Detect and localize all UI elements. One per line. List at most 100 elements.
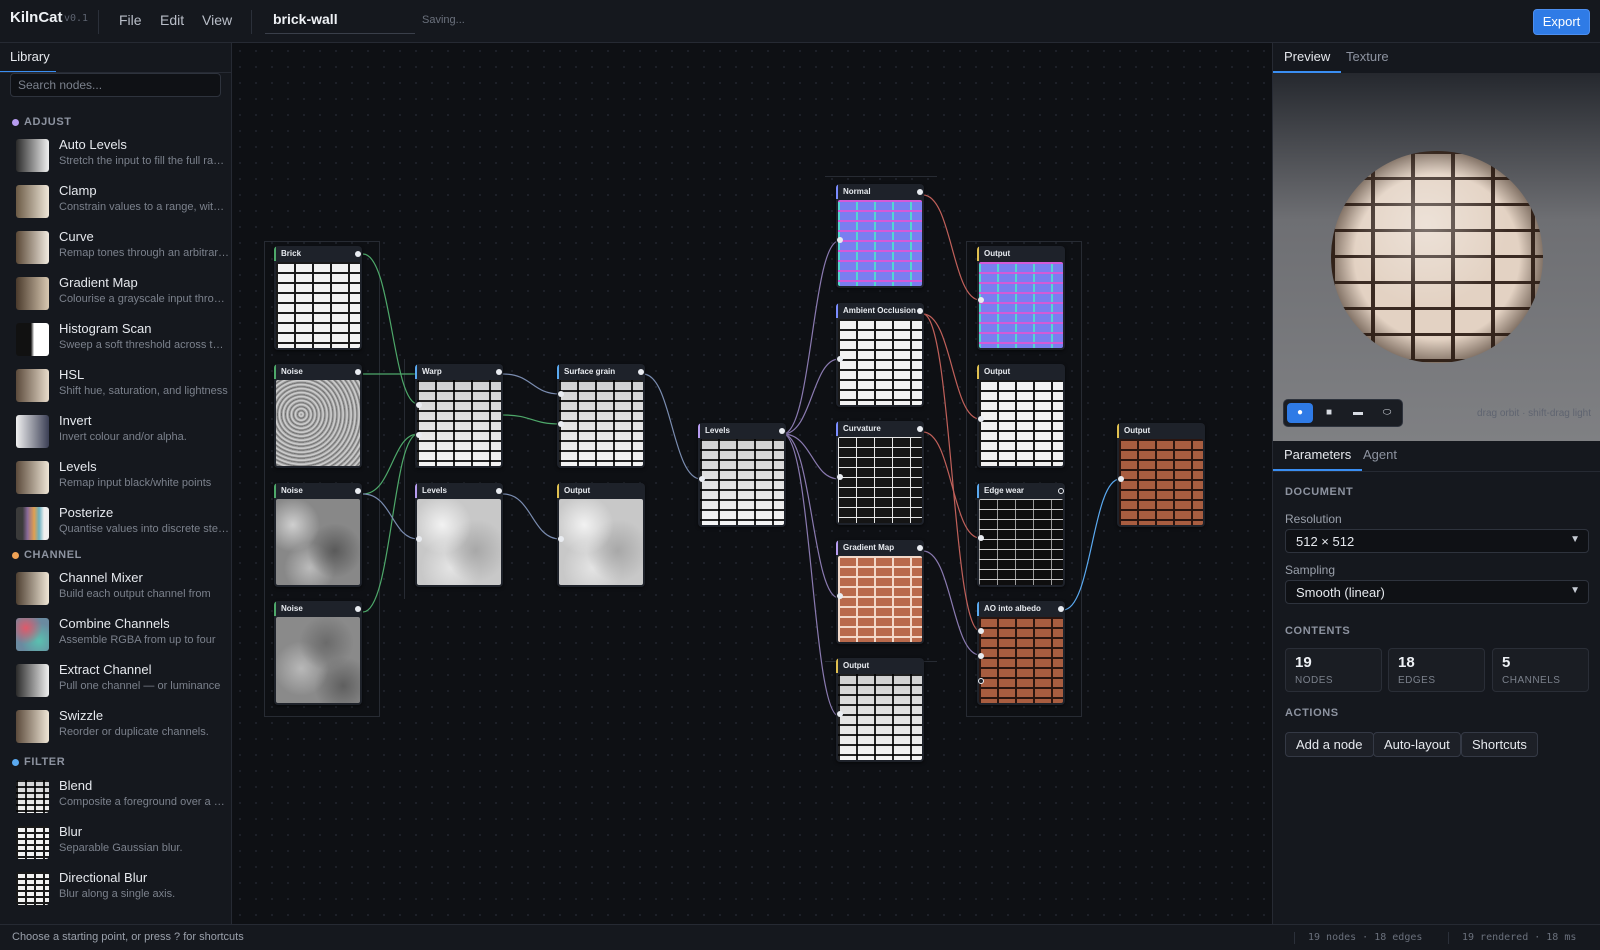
node-noise[interactable]: Noise	[274, 601, 362, 705]
node-ao-into-albedo[interactable]: AO into albedo	[977, 601, 1065, 705]
input-port[interactable]	[416, 536, 422, 542]
document-name-input[interactable]: brick-wall	[265, 6, 415, 34]
library-item-extract-channel[interactable]: Extract Channel Pull one channel — or lum…	[16, 660, 226, 700]
edge	[922, 550, 981, 656]
input-port[interactable]	[558, 421, 564, 427]
resolution-select[interactable]: 512 × 512 ▼	[1285, 529, 1589, 553]
node-output[interactable]: Output	[557, 483, 645, 587]
plane-icon[interactable]: ▬	[1345, 403, 1371, 423]
tab-parameters[interactable]: Parameters	[1273, 441, 1363, 471]
output-port[interactable]	[917, 426, 923, 432]
menu-view[interactable]: View	[202, 12, 232, 28]
node-output[interactable]: Output	[1117, 423, 1205, 527]
input-port[interactable]	[416, 402, 422, 408]
node-ambient-occlusion[interactable]: Ambient Occlusion	[836, 303, 924, 407]
input-port[interactable]	[978, 653, 984, 659]
input-port[interactable]	[558, 536, 564, 542]
output-port[interactable]	[779, 428, 785, 434]
3d-preview-viewport[interactable]: ● ■ ▬ ⬭ drag orbit · shift-drag light	[1273, 73, 1600, 441]
node-gradient-map[interactable]: Gradient Map	[836, 540, 924, 644]
sampling-select[interactable]: Smooth (linear) ▼	[1285, 580, 1589, 604]
input-port[interactable]	[699, 476, 705, 482]
input-port[interactable]	[558, 391, 564, 397]
tab-library[interactable]: Library	[0, 43, 56, 73]
input-port[interactable]	[837, 356, 843, 362]
dot-icon	[12, 118, 19, 126]
input-port[interactable]	[978, 678, 984, 684]
cylinder-icon[interactable]: ⬭	[1374, 403, 1400, 423]
library-item-directional-blur[interactable]: Directional Blur Blur along a single axis…	[16, 868, 226, 908]
output-port[interactable]	[355, 369, 361, 375]
library-item-histogram-scan[interactable]: Histogram Scan Sweep a soft threshold acr…	[16, 319, 229, 359]
stat-channels: 5 CHANNELS	[1492, 648, 1589, 692]
tab-agent[interactable]: Agent	[1352, 441, 1408, 471]
auto-layout-button[interactable]: Auto-layout	[1373, 732, 1461, 757]
library-item-channel-mixer[interactable]: Channel Mixer Build each output channel f…	[16, 568, 226, 608]
node-edge-wear[interactable]: Edge wear	[977, 483, 1065, 587]
node-preview	[979, 262, 1063, 348]
library-item-blur[interactable]: Blur Separable Gaussian blur.	[16, 822, 226, 862]
node-surface-grain[interactable]: Surface grain	[557, 364, 645, 468]
node-normal[interactable]: Normal	[836, 184, 924, 288]
node-output[interactable]: Output	[977, 364, 1065, 468]
tab-preview[interactable]: Preview	[1273, 43, 1342, 73]
output-port[interactable]	[1058, 488, 1064, 494]
node-output[interactable]: Output	[836, 658, 924, 762]
node-noise[interactable]: Noise	[274, 483, 362, 587]
output-port[interactable]	[917, 189, 923, 195]
library-item-posterize[interactable]: Posterize Quantise values into discrete s…	[16, 503, 229, 543]
add-node-button[interactable]: Add a node	[1285, 732, 1374, 757]
cube-icon[interactable]: ■	[1316, 403, 1342, 423]
divider	[1448, 932, 1449, 944]
input-port[interactable]	[837, 711, 843, 717]
menu-edit[interactable]: Edit	[160, 12, 184, 28]
node-brick[interactable]: Brick	[274, 246, 362, 350]
library-item-gradient-map[interactable]: Gradient Map Colourise a grayscale input …	[16, 273, 229, 313]
output-port[interactable]	[1058, 606, 1064, 612]
output-port[interactable]	[496, 488, 502, 494]
node-curvature[interactable]: Curvature	[836, 421, 924, 525]
status-hint: Choose a starting point, or press ? for …	[12, 931, 244, 943]
library-item-invert[interactable]: Invert Invert colour and/or alpha.	[16, 411, 226, 451]
input-port[interactable]	[978, 535, 984, 541]
node-output[interactable]: Output	[977, 246, 1065, 350]
input-port[interactable]	[978, 628, 984, 634]
output-port[interactable]	[917, 308, 923, 314]
shortcuts-button[interactable]: Shortcuts	[1461, 732, 1538, 757]
input-port[interactable]	[837, 237, 843, 243]
edge	[782, 433, 840, 480]
node-graph-canvas[interactable]: Brick Noise Noise Noise Warp Levels Surf…	[232, 43, 1272, 924]
library-item-combine-channels[interactable]: Combine Channels Assemble RGBA from up to…	[16, 614, 226, 654]
input-port[interactable]	[978, 297, 984, 303]
search-input[interactable]: Search nodes...	[10, 73, 221, 97]
node-levels[interactable]: Levels	[698, 423, 786, 527]
node-noise[interactable]: Noise	[274, 364, 362, 468]
input-port[interactable]	[978, 416, 984, 422]
library-item-hsl[interactable]: HSL Shift hue, saturation, and lightness	[16, 365, 228, 405]
node-warp[interactable]: Warp	[415, 364, 503, 468]
node-thumbnail	[16, 826, 49, 859]
export-button[interactable]: Export	[1533, 9, 1590, 35]
output-port[interactable]	[355, 488, 361, 494]
output-port[interactable]	[917, 545, 923, 551]
library-item-blend[interactable]: BlendComposite a foreground over a backg…	[16, 776, 229, 816]
library-item-auto-levels[interactable]: Auto Levels Stretch the input to fill the…	[16, 135, 229, 175]
input-port[interactable]	[837, 474, 843, 480]
library-item-curve[interactable]: CurveRemap tones through an arbitrary cu…	[16, 227, 229, 267]
sphere-icon[interactable]: ●	[1287, 403, 1313, 423]
library-item-levels[interactable]: Levels Remap input black/white points	[16, 457, 226, 497]
tab-texture[interactable]: Texture	[1335, 43, 1400, 73]
input-port[interactable]	[1118, 476, 1124, 482]
output-port[interactable]	[355, 251, 361, 257]
node-levels[interactable]: Levels	[415, 483, 503, 587]
stat-nodes: 19 NODES	[1285, 648, 1382, 692]
input-port[interactable]	[416, 432, 422, 438]
output-port[interactable]	[496, 369, 502, 375]
input-port[interactable]	[837, 593, 843, 599]
library-item-swizzle[interactable]: Swizzle Reorder or duplicate channels.	[16, 706, 226, 746]
menu-file[interactable]: File	[119, 12, 142, 28]
output-port[interactable]	[355, 606, 361, 612]
library-item-clamp[interactable]: Clamp Constrain values to a range, withou…	[16, 181, 229, 221]
edge	[782, 433, 840, 717]
output-port[interactable]	[638, 369, 644, 375]
